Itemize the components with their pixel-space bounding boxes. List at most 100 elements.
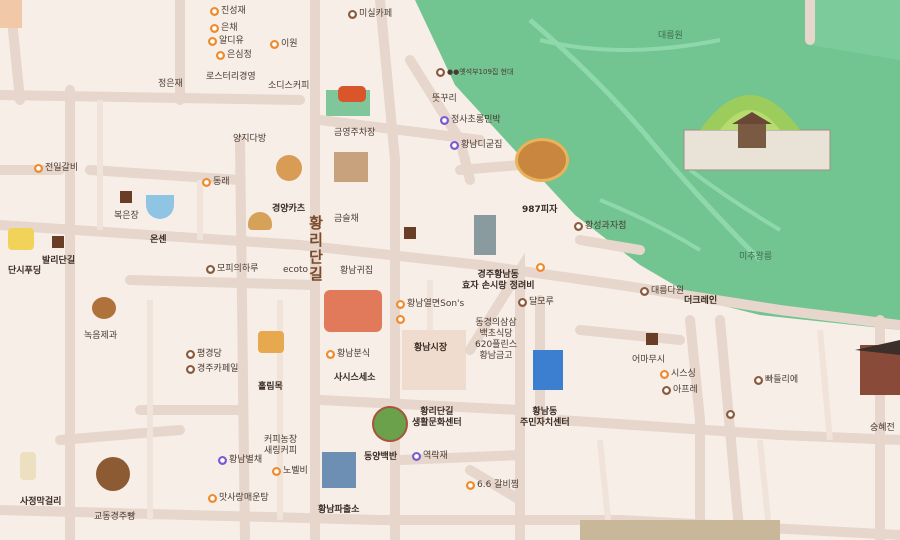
poi-pyeonggyeongdang[interactable]: ● 평경당 [186, 349, 222, 360]
label-roastery: 로스터리경영 [206, 72, 256, 82]
hanok-icon[interactable] [334, 152, 368, 182]
poi-yeokjae[interactable]: ● 역락재 [412, 451, 448, 462]
pancake-icon[interactable] [258, 331, 284, 353]
poi-food-market[interactable]: ● [396, 315, 405, 324]
food-icon: ● [202, 178, 211, 187]
label-hollim: 홀림목 [258, 382, 283, 392]
poi-gyeongjucafe[interactable]: ● 경주카페일 [186, 364, 238, 375]
gyeongju-bread-icon[interactable] [96, 457, 130, 491]
cafe-icon: ● [662, 386, 671, 395]
poi-aldiyu[interactable]: ● 은채 [210, 23, 238, 34]
label-seungheoljeon: 숭혜전 [870, 423, 895, 433]
car-icon [338, 86, 366, 102]
label-sasiseuse: 사시스세소 [334, 373, 376, 383]
cafe-icon: ● [518, 298, 527, 307]
label-gyeongju-hwangnam-monument: 경주황남동 효자 손시랑 정려비 [462, 270, 535, 291]
label-geumyoung-parking: 금영주차장 [334, 128, 376, 138]
poi-food-near-monument[interactable]: ● [536, 263, 545, 272]
poi-nobyeol[interactable]: ● 노벨비 [272, 466, 308, 477]
bed-icon: ● [450, 141, 459, 150]
bibimbap-icon[interactable] [372, 406, 408, 442]
poi-daenung[interactable]: ● 대릉다원 [640, 286, 684, 297]
label-gyodong: 교동경주빵 [94, 512, 136, 522]
tourist-map[interactable]: 대릉원 미추왕릉 황리단길 ● 진성재 ● 미실카페 ● 은채 ● 알디유 ● 은심정 ●… [0, 0, 900, 540]
coffee-cup-icon-4 [646, 333, 658, 345]
label-hwangnam-market: 황남시장 [414, 343, 448, 353]
label-coffee-saeyeon: 커피농장 새링커피 [264, 435, 298, 456]
cafe-icon: ● [754, 376, 763, 385]
label-geumseulchae: 금슬채 [334, 214, 359, 224]
poi-eunsim[interactable]: ● 알디유 [208, 36, 244, 47]
bed-icon: ● [412, 452, 421, 461]
label-jeongeonjae: 정은재 [158, 79, 183, 89]
label-gyeongyang: 경양카츠 [272, 204, 306, 214]
poi-galbi66[interactable]: ● 6.6 갈비찜 [466, 480, 519, 491]
label-hwangnamguipjip: 황남귀집 [340, 266, 374, 276]
bed-icon: ● [218, 456, 227, 465]
poi-jeongsa[interactable]: ● 정사초롱민박 [440, 115, 501, 126]
poi-hwangnamboonsik[interactable]: ● 황남분식 [326, 349, 370, 360]
cafe-icon: ● [186, 350, 195, 359]
poi-jeonilgigi[interactable]: ● 전일갈비 [34, 163, 78, 174]
poi-eunsimjeong[interactable]: ● 은심정 [216, 50, 252, 61]
label-hwangnam-police: 황남파출소 [318, 505, 360, 515]
food-icon: ● [396, 315, 405, 324]
katsu-icon[interactable] [276, 155, 302, 181]
label-pizza987: 987피자 [522, 205, 558, 215]
poi-hwangnamdi[interactable]: ● 황남디굳집 [450, 140, 502, 151]
poi-donglae[interactable]: ● 동래 [202, 177, 230, 188]
label-hwangni-center: 황리단길 생활문화센터 [412, 407, 462, 428]
poi-iwon[interactable]: ● 이원 [270, 39, 298, 50]
poi-hwangseong[interactable]: ● 황성과자점 [574, 221, 626, 232]
label-dongyang: 동양백반 [364, 452, 398, 462]
poi-mopi[interactable]: ● 모피의하루 [206, 264, 258, 275]
label-yangjidabang: 양지다방 [233, 134, 267, 144]
poi-misilcafe[interactable]: ● 미실카페 [348, 9, 392, 20]
pavilion-icon [474, 215, 496, 255]
poi-ppadeullie[interactable]: ● 빠들리에 [754, 375, 798, 386]
label-danse-pudding: 단시푸딩 [8, 266, 42, 276]
food-icon: ● [270, 40, 279, 49]
map-base [0, 0, 900, 540]
food-icon: ● [34, 164, 43, 173]
bread-icon[interactable] [92, 297, 116, 319]
park-label-michu: 미추왕릉 [739, 252, 773, 262]
cafe-icon: ● [186, 365, 195, 374]
coffee-cup-icon [120, 191, 132, 203]
building-icon [533, 350, 563, 390]
makgeolli-icon[interactable] [20, 452, 36, 480]
cafe-icon: ● [206, 265, 215, 274]
poi-jinsungjae[interactable]: ● 진성재 [210, 6, 246, 17]
cafe-icon: ● [726, 410, 735, 419]
coffee-cup-icon-2 [404, 227, 416, 239]
pizza-icon[interactable] [515, 138, 569, 182]
food-icon: ● [208, 37, 217, 46]
poi-hwangnamyulmyeon[interactable]: ● 황남열면Son's [396, 299, 464, 310]
food-icon: ● [216, 51, 225, 60]
label-tteutguri: 뜻꾸리 [432, 94, 457, 104]
label-samsam-group: 동경의삼삼 백초식당 620플린스 황남금고 [475, 318, 518, 361]
label-balleodangil: 발리단길 [42, 256, 76, 266]
label-sodis: 소디스커피 [268, 81, 310, 91]
food-icon: ● [396, 300, 405, 309]
poi-hwangnambyeol[interactable]: ● 황남별채 [218, 455, 262, 466]
police-station-icon [322, 452, 356, 488]
cafe-icon: ● [348, 10, 357, 19]
coffee-cup-icon-3 [52, 236, 64, 248]
food-icon: ● [326, 350, 335, 359]
food-icon: ● [210, 24, 219, 33]
poi-cafe-right[interactable]: ● [726, 410, 735, 419]
pudding-icon[interactable] [8, 228, 34, 250]
food-icon: ● [536, 263, 545, 272]
park-label-daereungwon: 대릉원 [658, 31, 683, 41]
croissant-icon[interactable] [248, 212, 272, 230]
poi-apeleo[interactable]: ● 아프레 [662, 385, 698, 396]
poi-sisseung[interactable]: ● 시스싱 [660, 369, 696, 380]
poi-goldmark[interactable]: ● ●●옛석부109집 현대 [436, 67, 513, 78]
poi-matsa[interactable]: ● 맛사랑매운탕 [208, 493, 269, 504]
label-ecoto: ecoto [283, 265, 309, 275]
sushi-icon[interactable] [324, 290, 382, 332]
label-onseon: 온센 [150, 235, 167, 245]
poi-dalmole[interactable]: ● 달모루 [518, 297, 554, 308]
cafe-icon: ● [640, 287, 649, 296]
